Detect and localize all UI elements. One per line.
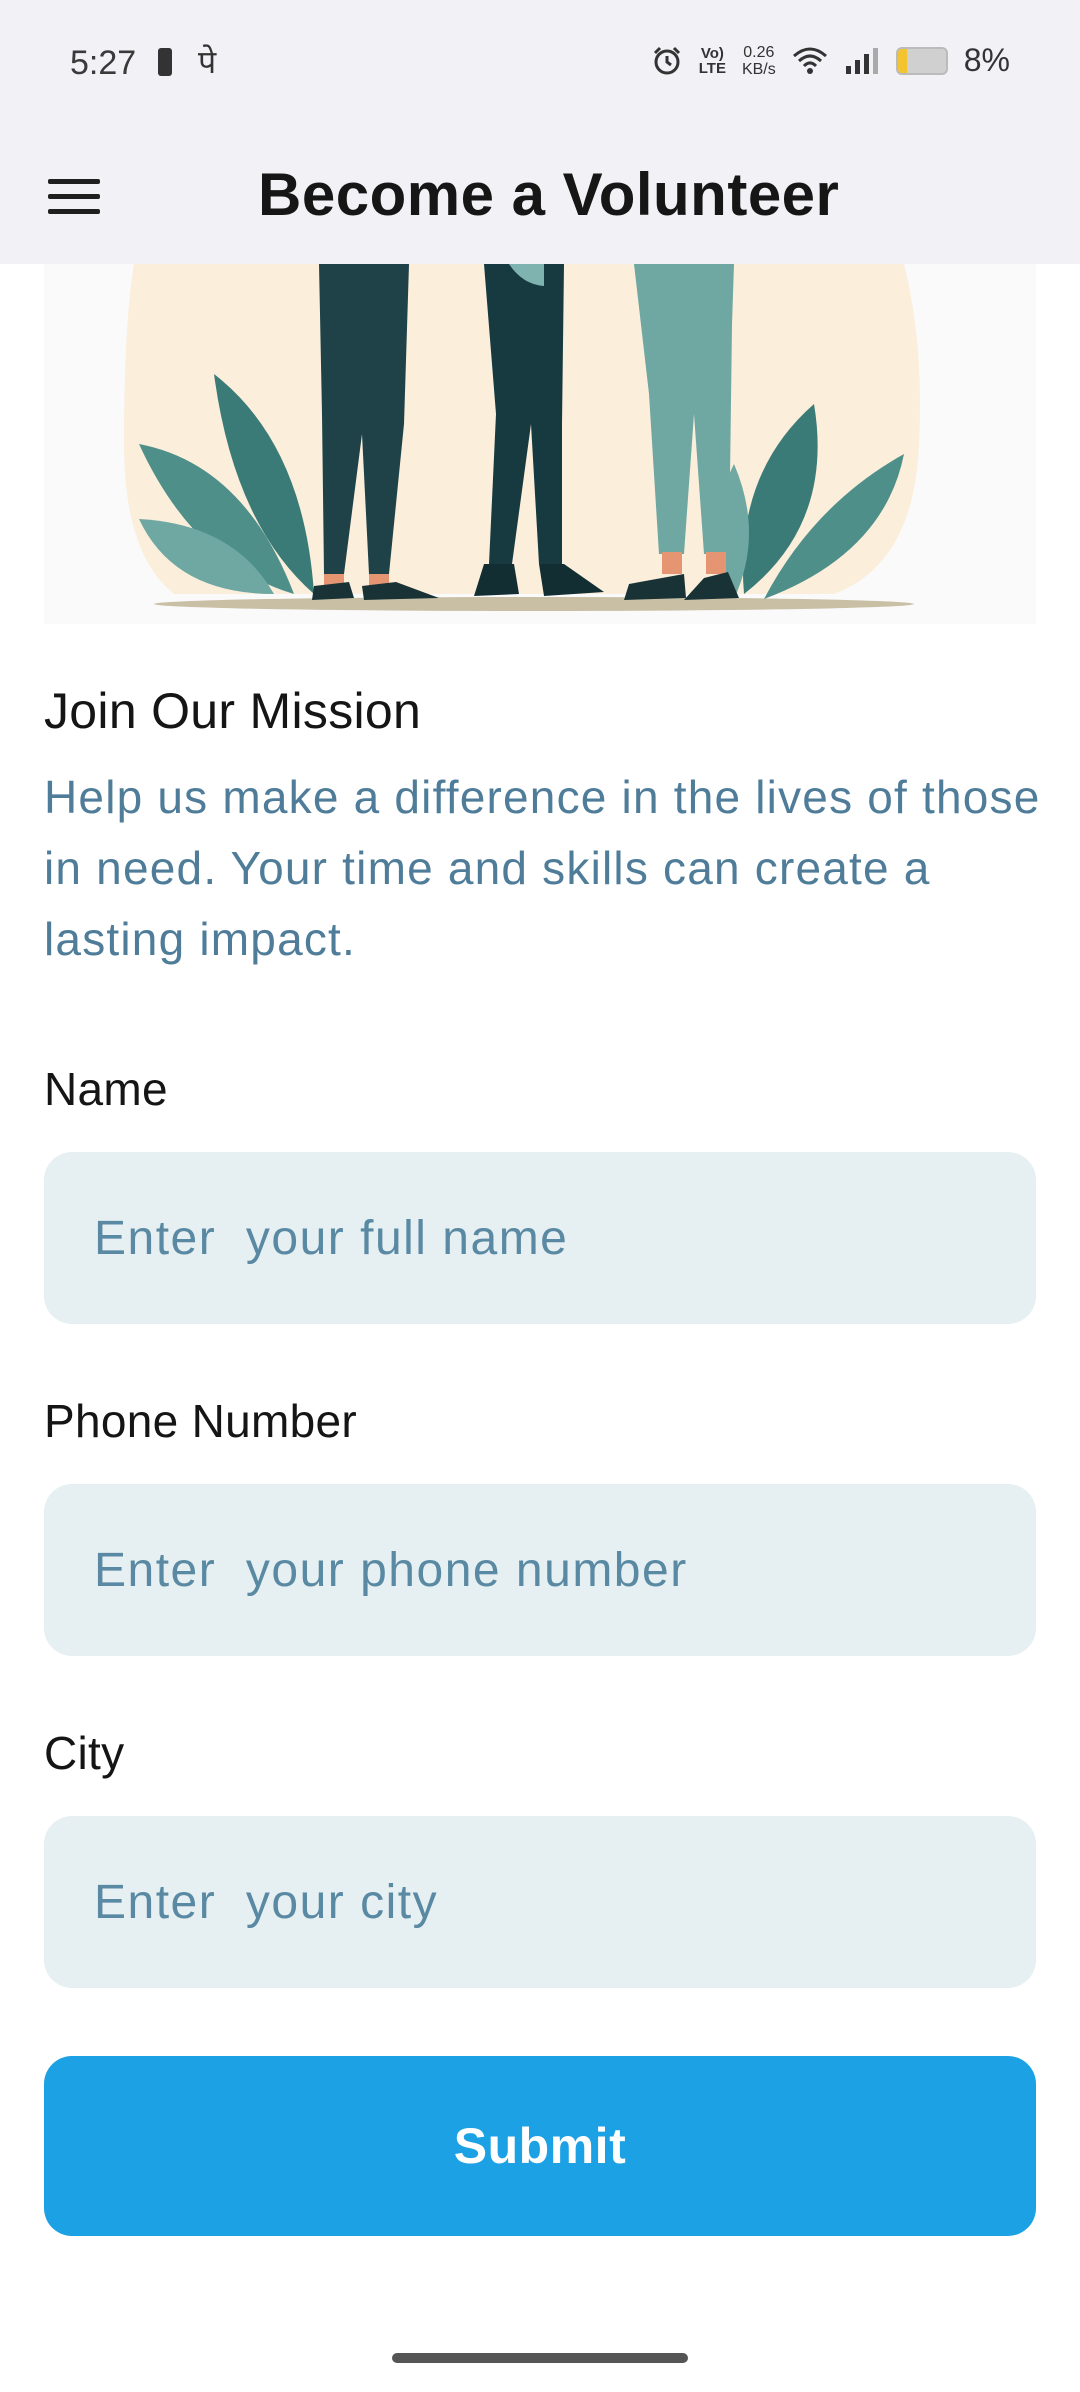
status-left-icons: पे [158,44,217,80]
name-label: Name [44,1063,168,1115]
name-input[interactable] [44,1152,1036,1324]
alarm-icon [651,45,683,77]
home-indicator[interactable] [392,2353,688,2363]
battery-small-icon [158,48,172,76]
status-time: 5:27 [70,44,137,82]
battery-fill [897,48,908,73]
status-bar: 5:27 पे Vo) LTE 0.26 KB/s 8% [0,0,1080,128]
page-title: Become a Volunteer [258,161,840,228]
submit-button[interactable]: Submit [44,2056,1036,2236]
network-speed: 0.26 KB/s [741,43,776,78]
hamburger-menu-icon[interactable] [48,166,108,226]
mission-description: Help us make a difference in the lives o… [44,771,1041,965]
volte-icon: Vo) LTE [698,44,726,77]
phone-input[interactable] [44,1484,1036,1656]
wifi-icon [792,46,828,76]
signal-icon [844,46,880,76]
city-label: City [44,1727,125,1779]
phone-label: Phone Number [44,1395,357,1447]
status-right-icons: Vo) LTE 0.26 KB/s 8% [651,42,1010,79]
battery-percent: 8% [963,42,1010,78]
app-bar: Become a Volunteer [0,128,1080,264]
mission-title: Join Our Mission [44,683,422,739]
battery-icon [895,46,948,75]
city-input[interactable] [44,1816,1036,1988]
pe-app-icon: पे [198,44,217,80]
volunteers-illustration [44,264,1036,624]
